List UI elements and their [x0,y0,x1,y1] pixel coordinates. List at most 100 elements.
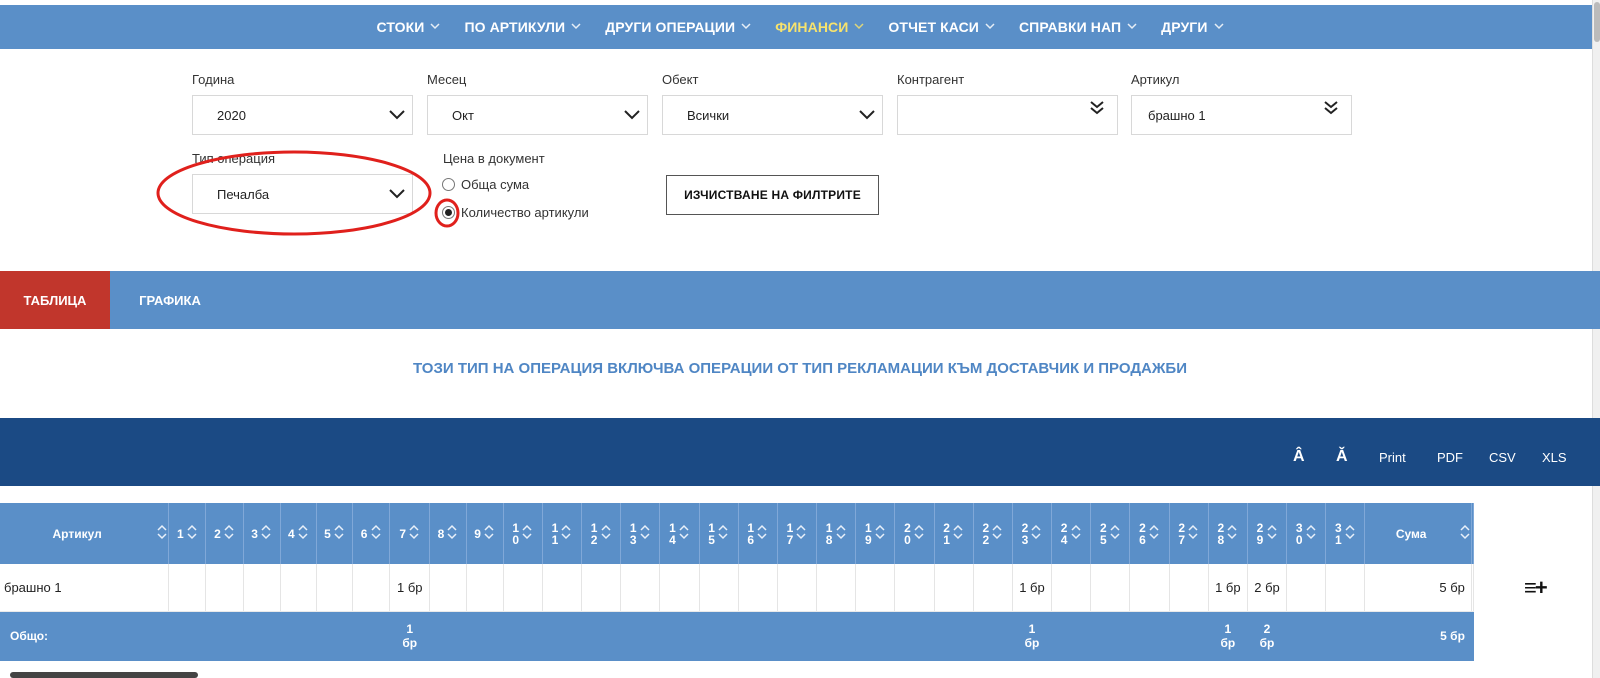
column-header-day-23[interactable]: 23 [1012,503,1053,564]
sort-icon[interactable] [297,524,309,543]
column-header-day-25[interactable]: 25 [1090,503,1131,564]
nav-item-label: СТОКИ [376,19,425,35]
column-header-day-6[interactable]: 6 [352,503,391,564]
clear-filters-button[interactable]: ИЗЧИСТВАНЕ НА ФИЛТРИТЕ [666,175,879,215]
nav-item-1[interactable]: ПО АРТИКУЛИ [452,19,593,35]
vertical-scrollbar[interactable] [1592,0,1600,678]
sort-icon[interactable] [223,524,235,543]
column-header-day-24[interactable]: 24 [1051,503,1092,564]
sort-icon[interactable] [1187,524,1199,543]
sort-icon[interactable] [1030,524,1042,543]
column-header-day-13[interactable]: 13 [620,503,661,564]
sort-icon[interactable] [952,524,964,543]
article-select[interactable]: брашно 1 [1131,95,1352,135]
nav-item-4[interactable]: ОТЧЕТ КАСИ [876,19,1007,35]
column-header-day-27[interactable]: 27 [1169,503,1209,564]
sort-icon[interactable] [600,524,612,543]
column-header-day-1[interactable]: 1 [168,503,207,564]
sort-icon[interactable] [186,524,198,543]
pdf-button[interactable]: PDF [1437,450,1463,465]
sort-icon[interactable] [1459,524,1471,543]
column-header-day-21[interactable]: 21 [934,503,974,564]
column-header-day-16[interactable]: 16 [738,503,778,564]
sort-icon[interactable] [560,524,572,543]
row-expand-icon[interactable]: ≡+ [1524,575,1548,601]
tab-graph[interactable]: ГРАФИКА [110,271,230,329]
nav-item-5[interactable]: СПРАВКИ НАП [1007,19,1149,35]
column-header-day-19[interactable]: 19 [855,503,896,564]
sort-icon[interactable] [639,524,651,543]
column-header-day-31[interactable]: 31 [1325,503,1366,564]
column-header-day-20[interactable]: 20 [894,503,935,564]
font-decrease-icon[interactable]: Ǎ [1336,448,1348,466]
tab-table[interactable]: ТАБЛИЦА [0,271,110,329]
scrollbar-thumb[interactable] [1594,2,1600,42]
sort-icon[interactable] [1344,524,1356,543]
sort-icon[interactable] [521,524,533,543]
column-header-day-2[interactable]: 2 [205,503,244,564]
column-header-day-17[interactable]: 17 [777,503,818,564]
sort-icon[interactable] [1226,524,1238,543]
column-header-day-22[interactable]: 22 [973,503,1013,564]
op-type-select[interactable]: Печалба [192,174,413,214]
radio-button[interactable] [442,206,455,219]
column-header-day-8[interactable]: 8 [429,503,467,564]
column-header-day-14[interactable]: 14 [659,503,700,564]
radio-button[interactable] [442,178,455,191]
radio-item-count[interactable]: Количество артикули [442,205,589,220]
total-day-cell [243,611,281,661]
sort-icon[interactable] [991,524,1003,543]
object-select[interactable]: Всички [662,95,883,135]
sort-icon[interactable] [408,524,420,543]
sort-icon[interactable] [370,524,382,543]
sort-icon[interactable] [1266,524,1278,543]
column-header-day-9[interactable]: 9 [466,503,504,564]
sort-icon[interactable] [913,524,925,543]
column-header-day-29[interactable]: 29 [1247,503,1288,564]
nav-item-3[interactable]: ФИНАНСИ [763,19,876,35]
sort-icon[interactable] [717,524,729,543]
column-header-day-11[interactable]: 11 [542,503,583,564]
sort-icon[interactable] [333,524,345,543]
column-header-sum[interactable]: Сума [1364,503,1472,564]
total-day-cell [699,611,739,661]
column-header-day-3[interactable]: 3 [243,503,281,564]
csv-button[interactable]: CSV [1489,450,1516,465]
column-header-day-10[interactable]: 10 [503,503,543,564]
font-increase-icon[interactable]: Â [1293,448,1305,466]
column-header-day-26[interactable]: 26 [1129,503,1170,564]
sort-icon[interactable] [260,524,272,543]
nav-item-2[interactable]: ДРУГИ ОПЕРАЦИИ [593,19,763,35]
horizontal-scrollbar[interactable] [10,672,198,678]
nav-item-6[interactable]: ДРУГИ [1149,19,1235,35]
column-header-day-15[interactable]: 15 [699,503,739,564]
month-value: Окт [452,107,474,123]
sort-icon[interactable] [795,524,807,543]
radio-total-sum[interactable]: Обща сума [442,177,529,192]
sort-icon[interactable] [835,524,847,543]
sort-icon[interactable] [1109,524,1121,543]
sort-icon[interactable] [756,524,768,543]
column-header-day-4[interactable]: 4 [280,503,317,564]
sort-icon[interactable] [1305,524,1317,543]
column-header-day-7[interactable]: 7 [389,503,431,564]
month-select[interactable]: Окт [427,95,648,135]
sort-icon[interactable] [483,524,495,543]
column-header-day-5[interactable]: 5 [316,503,354,564]
contragent-select[interactable] [897,95,1118,135]
column-header-day-18[interactable]: 18 [816,503,857,564]
print-button[interactable]: Print [1379,450,1406,465]
column-header-day-30[interactable]: 30 [1286,503,1327,564]
xls-button[interactable]: XLS [1542,450,1567,465]
sort-icon[interactable] [874,524,886,543]
sort-icon[interactable] [1148,524,1160,543]
sort-icon[interactable] [156,524,168,543]
year-select[interactable]: 2020 [192,95,413,135]
sort-icon[interactable] [1070,524,1082,543]
column-header-day-28[interactable]: 28 [1208,503,1248,564]
column-header-day-12[interactable]: 12 [581,503,622,564]
sort-icon[interactable] [446,524,458,543]
sort-icon[interactable] [678,524,690,543]
nav-item-0[interactable]: СТОКИ [364,19,452,35]
column-header-article[interactable]: Артикул [0,503,170,564]
